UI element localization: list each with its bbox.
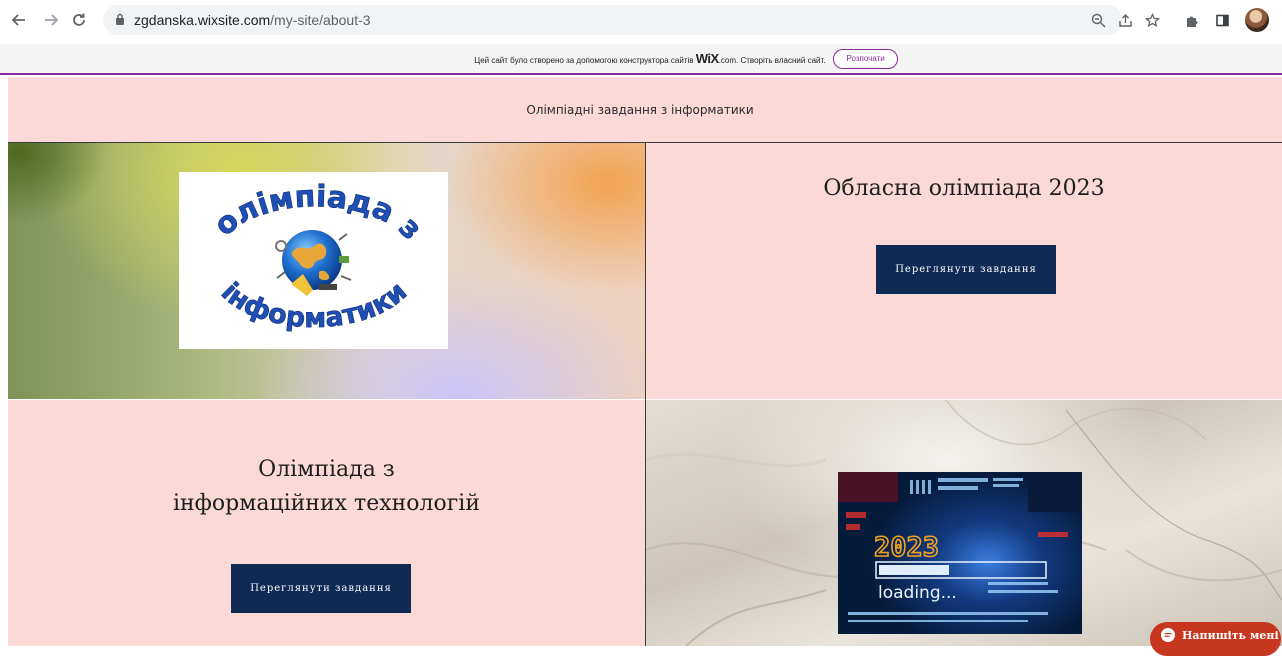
oblast-view-tasks-button[interactable]: Переглянути завдання [876, 245, 1056, 294]
it-heading-line2: інформаційних технологій [172, 491, 480, 516]
sidebar-icon[interactable] [1212, 10, 1232, 30]
url-host: zgdanska.wixsite.com [134, 12, 271, 28]
chat-label: Напишіть мені [1182, 628, 1279, 642]
extensions-icon[interactable] [1182, 10, 1202, 30]
wix-start-button[interactable]: Розпочати [833, 48, 898, 69]
it-olympiad-section: Олімпіада з інформаційних технологій Пер… [8, 400, 645, 646]
chat-bubble-icon [1161, 628, 1175, 642]
wix-logo[interactable]: WiX [696, 51, 719, 66]
wix-promo-text-before: Цей сайт було створено за допомогою конс… [474, 56, 696, 65]
tech-year-text: 2023 [874, 532, 939, 563]
address-bar[interactable]: zgdanska.wixsite.com/my-site/about-3 [103, 5, 1123, 35]
url-text[interactable]: zgdanska.wixsite.com/my-site/about-3 [134, 12, 371, 28]
it-heading-line1: Олімпіада з [258, 457, 395, 482]
wix-promo-banner: Цей сайт було створено за допомогою конс… [0, 44, 1282, 75]
chat-button[interactable]: Напишіть мені [1150, 622, 1281, 656]
share-icon[interactable] [1115, 10, 1135, 30]
site-title[interactable]: Олімпіадні завдання з інформатики [526, 103, 753, 117]
browser-toolbar: zgdanska.wixsite.com/my-site/about-3 [0, 0, 1282, 40]
it-view-tasks-button[interactable]: Переглянути завдання [231, 564, 411, 613]
tech-2023-image: 2023 loading... [838, 472, 1082, 634]
globe-icon [275, 230, 352, 296]
site-header: Олімпіадні завдання з інформатики [8, 77, 1282, 142]
zoom-icon[interactable] [1088, 10, 1108, 30]
star-icon[interactable] [1142, 10, 1162, 30]
wix-promo-text: Цей сайт було створено за допомогою конс… [474, 51, 825, 66]
tech-loading-text: loading... [878, 583, 957, 603]
back-icon[interactable] [8, 9, 30, 31]
url-path: /my-site/about-3 [270, 12, 371, 28]
it-olympiad-heading: Олімпіада з інформаційних технологій [8, 453, 645, 521]
oblast-olympiad-section: Обласна олімпіада 2023 Переглянути завда… [646, 143, 1282, 399]
profile-avatar[interactable] [1245, 8, 1269, 32]
grid-divider-vertical [645, 142, 646, 646]
wix-promo-text-after: .com. Створіть власний сайт. [718, 56, 826, 65]
olympiad-logo: олімпіада з інформатики [179, 172, 448, 349]
logo-section: олімпіада з інформатики [8, 143, 645, 399]
lock-icon[interactable] [115, 13, 125, 26]
oblast-olympiad-heading: Обласна олімпіада 2023 [823, 176, 1105, 201]
tech-image-section: 2023 loading... [646, 400, 1282, 646]
forward-icon[interactable] [40, 9, 62, 31]
reload-icon[interactable] [68, 9, 90, 31]
